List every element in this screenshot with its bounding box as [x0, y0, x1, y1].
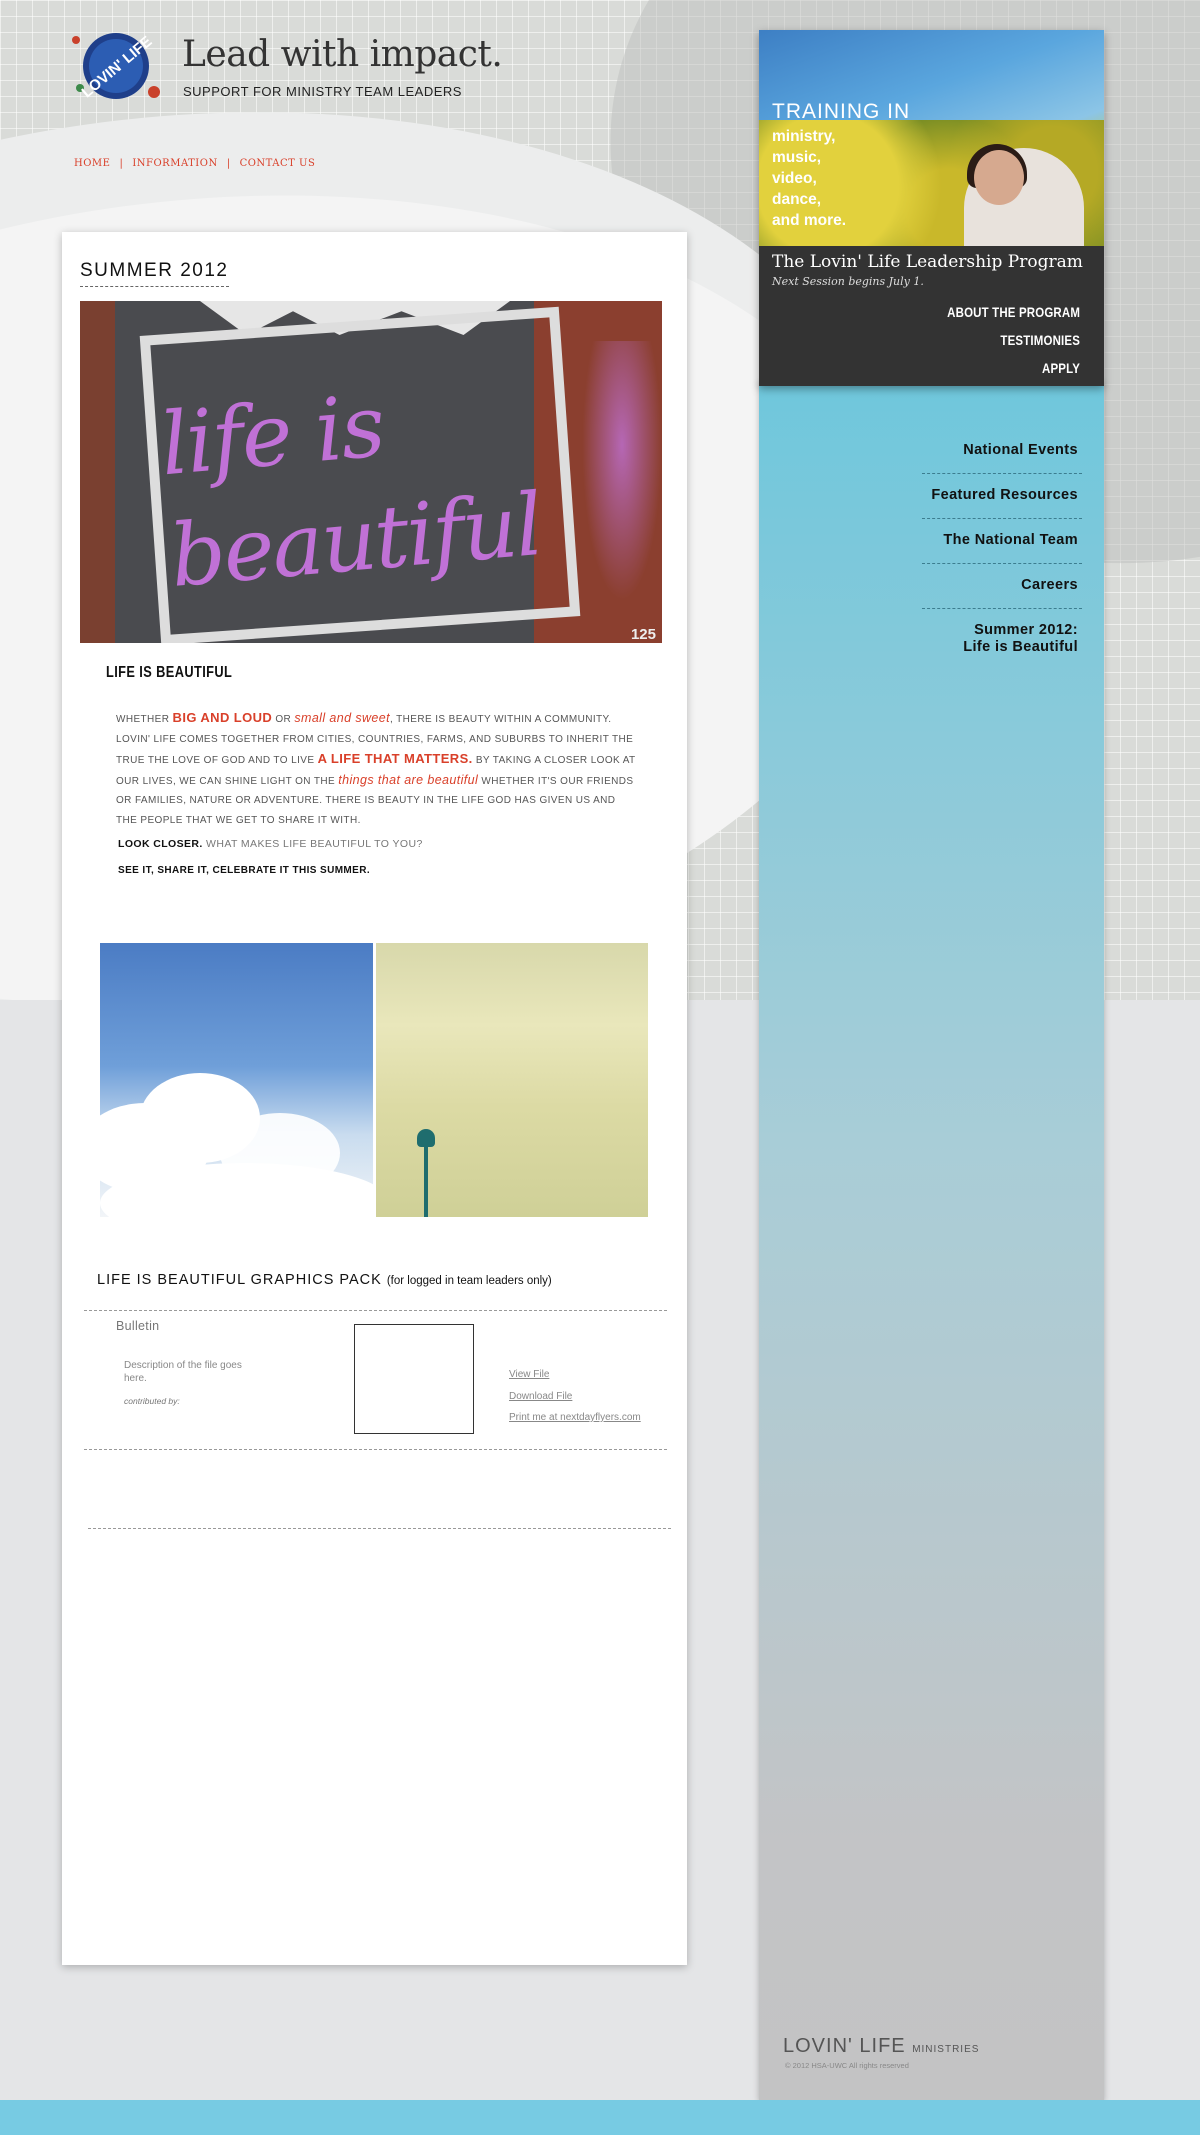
- program-subtitle: Next Session begins July 1.: [772, 275, 924, 288]
- about-program-link[interactable]: ABOUT THE PROGRAM: [947, 298, 1080, 326]
- person-face-graphic: [974, 150, 1024, 205]
- graphics-pack-heading: LIFE IS BEAUTIFUL GRAPHICS PACK: [97, 1272, 382, 1288]
- lamp-pole-graphic: [424, 1143, 428, 1217]
- sidenav-national-events[interactable]: National Events: [922, 430, 1082, 474]
- article-body: WHETHER BIG AND LOUD OR small and sweet,…: [116, 708, 636, 830]
- hero-paint-splash: [582, 341, 662, 601]
- look-closer-line: LOOK CLOSER. WHAT MAKES LIFE BEAUTIFUL T…: [118, 838, 423, 850]
- apply-link[interactable]: APPLY: [947, 354, 1080, 382]
- promo-photo[interactable]: TRAINING IN ministry, music, video, danc…: [759, 30, 1104, 246]
- sidenav-summer-line1: Summer 2012:: [974, 622, 1078, 638]
- divider: [84, 1310, 667, 1311]
- sidenav-featured-resources[interactable]: Featured Resources: [922, 474, 1082, 519]
- training-list: ministry, music, video, dance, and more.: [772, 126, 846, 231]
- nav-separator: |: [119, 158, 124, 169]
- print-file-link[interactable]: Print me at nextdayflyers.com: [509, 1407, 641, 1429]
- hero-graffiti-image: life is beautiful 125: [80, 301, 662, 643]
- promo-panel: The Lovin' Life Leadership Program Next …: [759, 246, 1104, 386]
- file-name: Bulletin: [116, 1319, 160, 1333]
- footer-brand-name: LOVIN' LIFE: [783, 2035, 906, 2057]
- view-file-link[interactable]: View File: [509, 1364, 641, 1386]
- file-thumbnail[interactable]: [354, 1324, 474, 1434]
- page-headline: Lead with impact.: [182, 34, 503, 75]
- nav-separator: |: [226, 158, 231, 169]
- article-text: WHETHER: [116, 714, 173, 725]
- season-title: SUMMER 2012: [80, 260, 229, 287]
- training-promo: TRAINING IN ministry, music, video, danc…: [759, 30, 1104, 386]
- training-heading: TRAINING IN: [772, 100, 911, 123]
- sidenav-careers[interactable]: Careers: [922, 564, 1082, 609]
- nav-contact-link[interactable]: CONTACT US: [240, 158, 316, 169]
- top-nav: HOME | INFORMATION | CONTACT US: [74, 158, 315, 169]
- sidenav-national-team[interactable]: The National Team: [922, 519, 1082, 564]
- lamp-post-photo: [376, 943, 648, 1217]
- look-closer-bold: LOOK CLOSER.: [118, 838, 203, 850]
- hero-writing: life is beautiful: [156, 353, 594, 613]
- share-line: SEE IT, SHARE IT, CELEBRATE IT THIS SUMM…: [118, 865, 371, 876]
- promo-links: ABOUT THE PROGRAM TESTIMONIES APPLY: [918, 298, 1080, 382]
- sidenav-summer-2012[interactable]: Summer 2012: Life is Beautiful: [922, 609, 1082, 670]
- training-item: and more.: [772, 212, 847, 229]
- program-title: The Lovin' Life Leadership Program: [772, 252, 1083, 272]
- hero-number: 125: [630, 626, 656, 643]
- download-file-link[interactable]: Download File: [509, 1386, 641, 1408]
- training-item: video,: [772, 170, 817, 187]
- training-item: music,: [772, 149, 822, 166]
- footer-bar: [0, 2100, 1200, 2135]
- file-description: Description of the file goes here.: [124, 1360, 242, 1384]
- nav-information-link[interactable]: INFORMATION: [132, 158, 217, 169]
- highlight-small-sweet: small and sweet: [294, 711, 390, 725]
- graphics-pack-note: (for logged in team leaders only): [386, 1275, 552, 1287]
- copyright: © 2012 HSA-UWC All rights reserved: [785, 2061, 909, 2070]
- footer-brand-ministries: MINISTRIES: [912, 2044, 980, 2055]
- highlight-life-matters: A LIFE THAT MATTERS.: [317, 751, 473, 766]
- logo[interactable]: LOVIN' LIFE: [66, 30, 162, 102]
- divider: [88, 1528, 671, 1529]
- highlight-big-loud: BIG AND LOUD: [172, 710, 273, 725]
- tagline: SUPPORT FOR MINISTRY TEAM LEADERS: [183, 84, 462, 99]
- training-item: dance,: [772, 191, 822, 208]
- testimonies-link[interactable]: TESTIMONIES: [947, 326, 1080, 354]
- footer-brand: LOVIN' LIFE MINISTRIES: [783, 2035, 979, 2058]
- highlight-things-beautiful: things that are beautiful: [338, 772, 479, 787]
- training-item: ministry,: [772, 128, 836, 145]
- divider: [84, 1449, 667, 1450]
- article-text: OR: [272, 714, 295, 725]
- look-closer-text: WHAT MAKES LIFE BEAUTIFUL TO YOU?: [202, 838, 423, 850]
- graphics-pack-title: LIFE IS BEAUTIFUL GRAPHICS PACK (for log…: [97, 1272, 552, 1288]
- sidenav-summer-line2: Life is Beautiful: [963, 639, 1078, 655]
- file-contributor: contributed by:: [124, 1396, 180, 1406]
- article-title: LIFE IS BEAUTIFUL: [106, 664, 233, 681]
- side-nav: National Events Featured Resources The N…: [922, 430, 1082, 670]
- main-content-card: SUMMER 2012 life is beautiful 125 LIFE I…: [62, 232, 687, 1965]
- file-links: View File Download File Print me at next…: [509, 1364, 641, 1429]
- sky-clouds-photo: [100, 943, 373, 1217]
- nav-home-link[interactable]: HOME: [74, 158, 110, 169]
